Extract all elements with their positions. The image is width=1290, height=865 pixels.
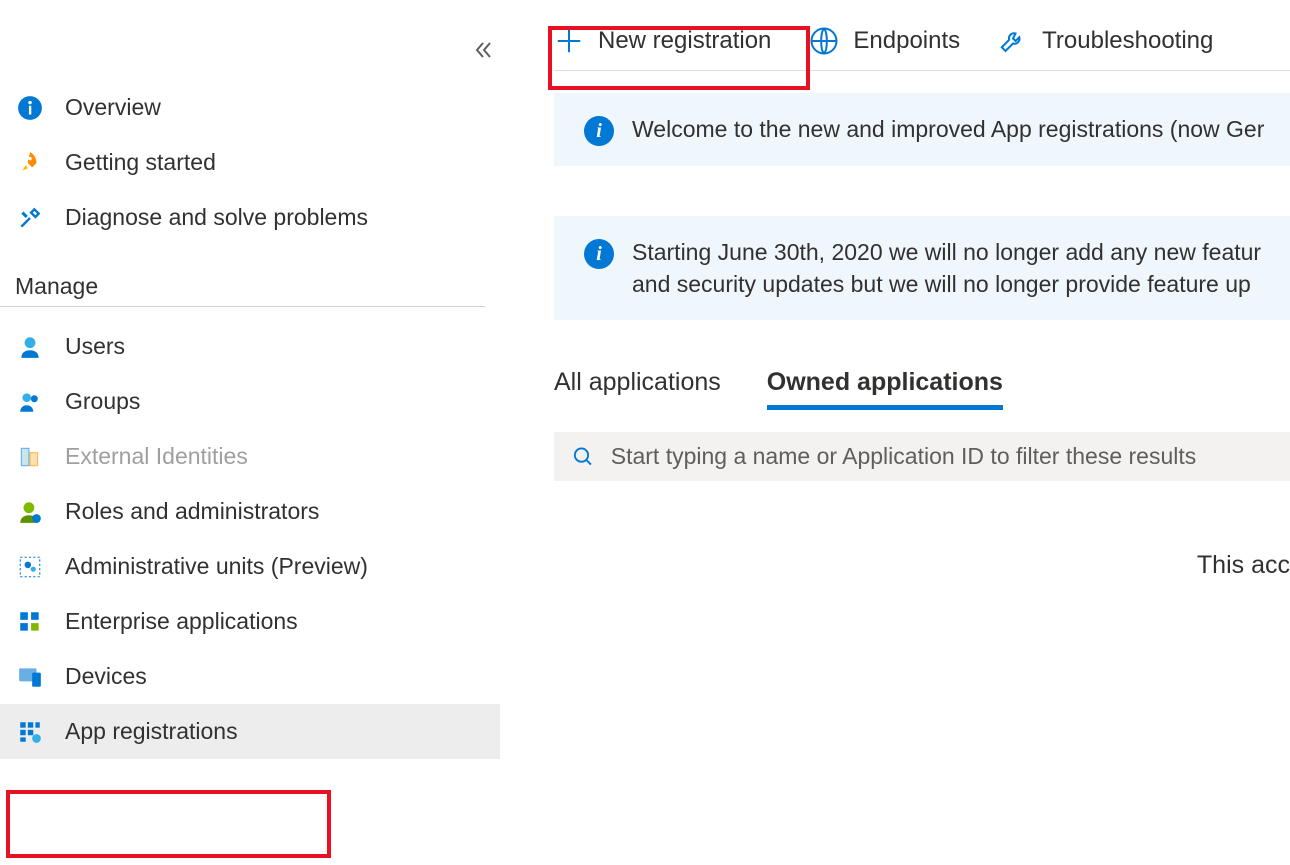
sidebar-item-label: Devices — [65, 663, 147, 690]
troubleshooting-button[interactable]: Troubleshooting — [998, 26, 1213, 56]
sidebar-item-label: Users — [65, 333, 125, 360]
sidebar: Overview Getting started Diagnose and so… — [0, 0, 500, 865]
app-grid-icon — [15, 719, 45, 745]
banner-text: Welcome to the new and improved App regi… — [632, 113, 1264, 145]
tool-label: New registration — [598, 27, 771, 55]
tab-all-applications[interactable]: All applications — [554, 368, 721, 410]
tabs: All applications Owned applications — [554, 368, 1290, 410]
sidebar-item-getting-started[interactable]: Getting started — [0, 135, 500, 190]
rocket-icon — [15, 150, 45, 176]
sidebar-item-label: Administrative units (Preview) — [65, 553, 368, 580]
admin-units-icon — [15, 554, 45, 580]
info-banner-deprecation: i Starting June 30th, 2020 we will no lo… — [554, 216, 1290, 320]
tools-icon — [15, 205, 45, 231]
sidebar-item-label: Overview — [65, 94, 161, 121]
banner-text: Starting June 30th, 2020 we will no long… — [632, 236, 1290, 300]
sidebar-section-manage: Manage — [0, 245, 485, 307]
sidebar-item-label: Groups — [65, 388, 140, 415]
devices-icon — [15, 664, 45, 690]
filter-input[interactable] — [609, 442, 1272, 471]
sidebar-item-label: Roles and administrators — [65, 498, 319, 525]
info-icon — [15, 95, 45, 121]
sidebar-item-label: App registrations — [65, 718, 238, 745]
building-icon — [15, 444, 45, 470]
group-icon — [15, 389, 45, 415]
sidebar-item-label: External Identities — [65, 443, 248, 470]
main-content: New registration Endpoints Troubleshooti… — [500, 0, 1290, 865]
sidebar-item-label: Getting started — [65, 149, 216, 176]
sidebar-item-label: Enterprise applications — [65, 608, 298, 635]
sidebar-item-app-registrations[interactable]: App registrations — [0, 704, 500, 759]
sidebar-item-overview[interactable]: Overview — [0, 80, 500, 135]
admin-icon — [15, 499, 45, 525]
sidebar-item-roles-admins[interactable]: Roles and administrators — [0, 484, 500, 539]
command-bar: New registration Endpoints Troubleshooti… — [554, 26, 1290, 71]
tool-label: Troubleshooting — [1042, 27, 1213, 55]
sidebar-item-users[interactable]: Users — [0, 319, 500, 374]
tool-label: Endpoints — [853, 27, 960, 55]
info-icon: i — [584, 239, 614, 269]
search-icon — [572, 445, 595, 469]
filter-search-box[interactable] — [554, 432, 1290, 481]
user-icon — [15, 334, 45, 360]
sidebar-item-groups[interactable]: Groups — [0, 374, 500, 429]
sidebar-item-diagnose[interactable]: Diagnose and solve problems — [0, 190, 500, 245]
sidebar-item-label: Diagnose and solve problems — [65, 204, 368, 231]
sidebar-item-enterprise-apps[interactable]: Enterprise applications — [0, 594, 500, 649]
info-icon: i — [584, 116, 614, 146]
sidebar-item-admin-units[interactable]: Administrative units (Preview) — [0, 539, 500, 594]
endpoints-button[interactable]: Endpoints — [809, 26, 960, 56]
sidebar-item-external-identities[interactable]: External Identities — [0, 429, 500, 484]
new-registration-button[interactable]: New registration — [554, 26, 771, 56]
grid-icon — [15, 609, 45, 635]
sidebar-item-devices[interactable]: Devices — [0, 649, 500, 704]
info-banner-welcome: i Welcome to the new and improved App re… — [554, 93, 1290, 166]
tab-owned-applications[interactable]: Owned applications — [767, 368, 1003, 410]
collapse-sidebar-button[interactable] — [472, 38, 496, 67]
empty-state-text: This acc — [554, 551, 1290, 580]
